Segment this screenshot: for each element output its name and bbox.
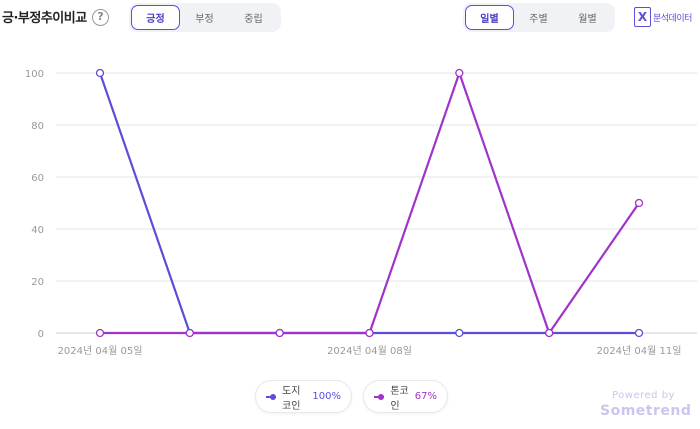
data-point <box>634 328 644 338</box>
series-line-1 <box>100 71 640 335</box>
y-tick-label: 100 <box>25 69 44 80</box>
series-marker-icon <box>374 393 385 400</box>
x-tick-label: 2024년 04월 11일 <box>597 345 682 357</box>
y-tick-label: 20 <box>31 277 44 288</box>
data-point <box>95 328 105 338</box>
data-point <box>455 328 464 338</box>
powered-by-text: Powered by <box>612 390 675 401</box>
legend-item-toncoin[interactable]: 톤코인 67% <box>363 380 448 413</box>
trend-chart: 0 20 40 60 80 100 2024년 04월 05일 2024년 04월 08일 2… <box>25 68 697 357</box>
y-tick-label: 40 <box>31 225 44 236</box>
data-point <box>545 328 554 338</box>
legend-name: 톤코인 <box>390 385 409 412</box>
y-tick-label: 60 <box>31 173 44 184</box>
y-tick-label: 80 <box>31 121 44 132</box>
y-tick-label: 0 <box>38 329 44 340</box>
x-tick-label: 2024년 04월 05일 <box>58 345 143 357</box>
data-point <box>634 198 644 208</box>
brand-logo: Sometrend <box>600 403 692 419</box>
x-tick-label: 2024년 04월 08일 <box>327 345 412 357</box>
data-point <box>455 68 464 78</box>
data-point <box>185 328 194 338</box>
data-point <box>275 328 284 338</box>
data-point <box>365 328 374 338</box>
legend-percent: 67% <box>414 391 437 402</box>
data-point <box>95 68 105 78</box>
series-line-0 <box>98 72 639 335</box>
series-marker-icon <box>266 393 277 400</box>
legend-percent: 100% <box>312 391 341 402</box>
legend-item-dogecoin[interactable]: 도지코인 100% <box>255 380 352 413</box>
legend-name: 도지코인 <box>282 385 301 412</box>
